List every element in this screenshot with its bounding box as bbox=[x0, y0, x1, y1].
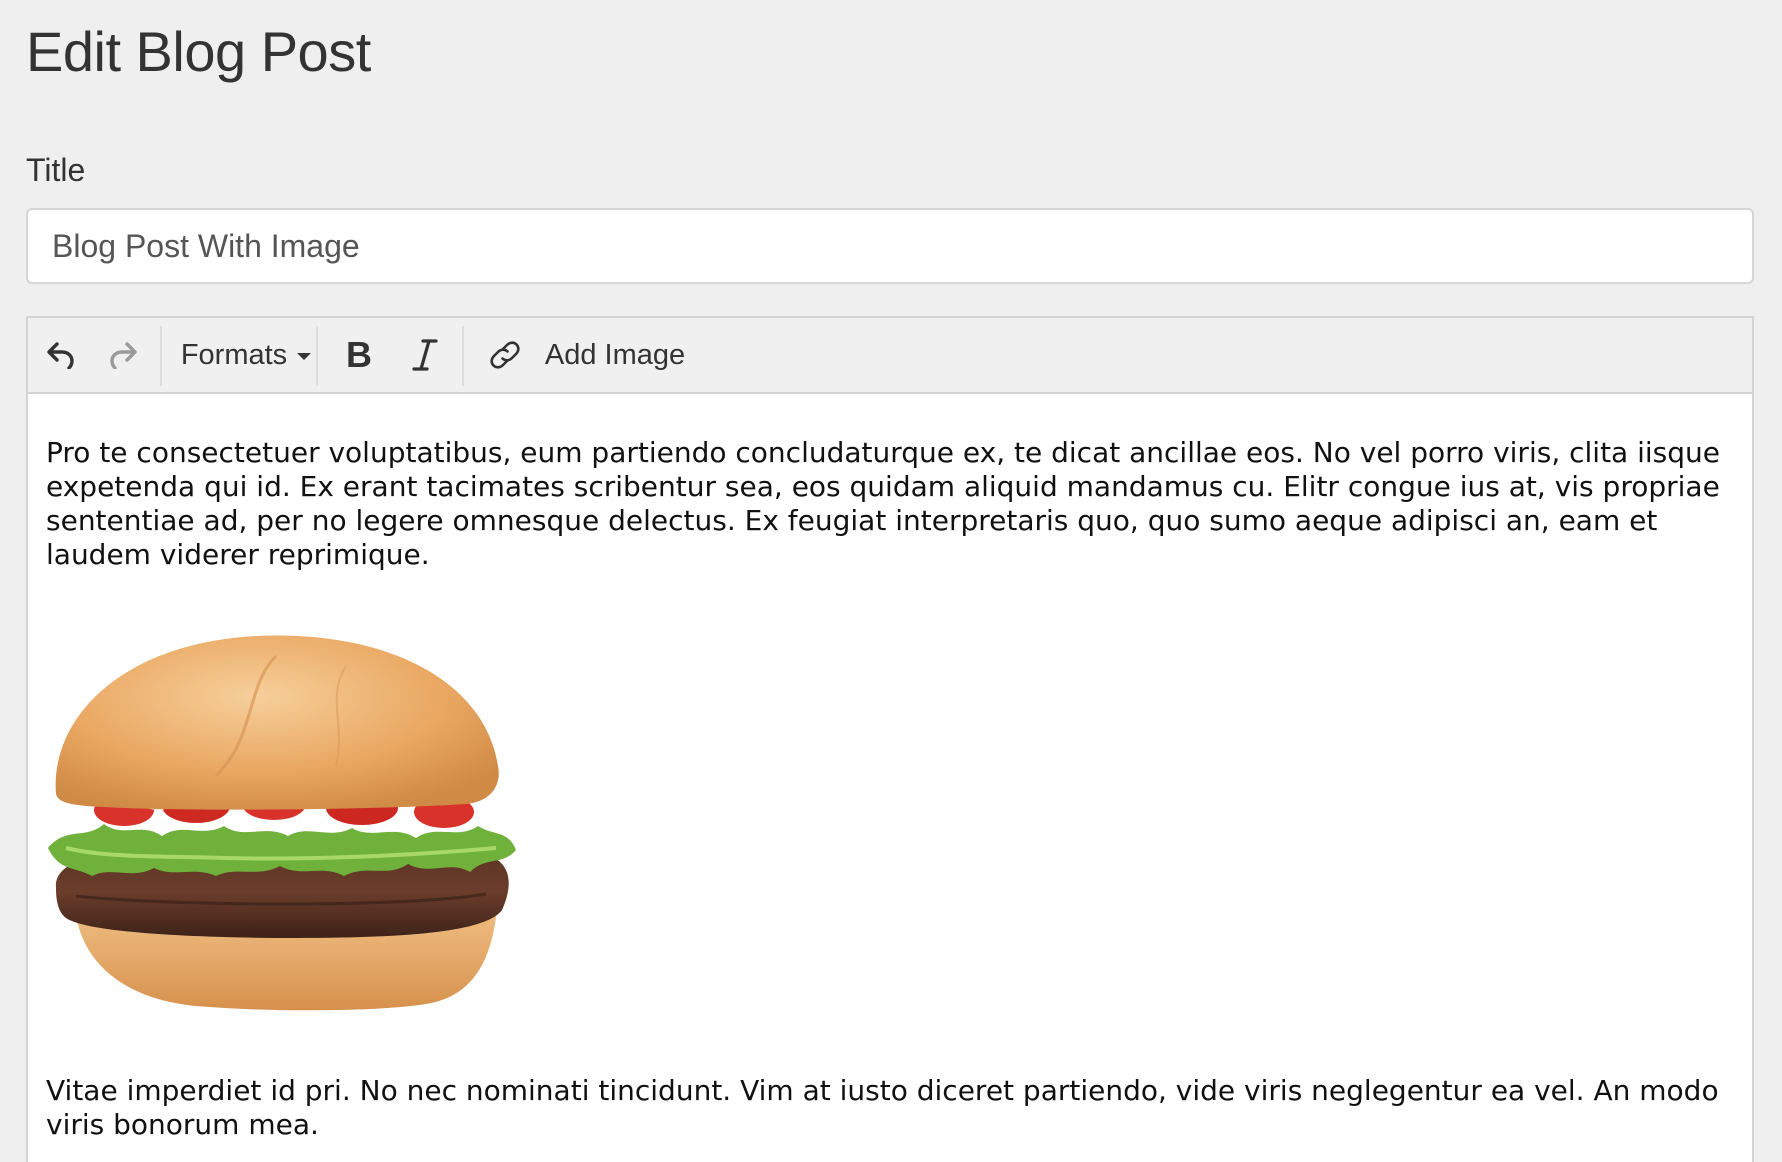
editor-toolbar: Formats B Add Image bbox=[28, 318, 1752, 394]
redo-button[interactable] bbox=[98, 318, 148, 392]
page-title: Edit Blog Post bbox=[26, 20, 371, 83]
bold-button[interactable]: B bbox=[332, 318, 386, 392]
paragraph-2: Vitae imperdiet id pri. No nec nominati … bbox=[46, 1074, 1719, 1141]
link-icon bbox=[488, 338, 522, 372]
toolbar-separator bbox=[160, 326, 162, 386]
italic-button[interactable] bbox=[392, 318, 458, 392]
italic-icon bbox=[412, 338, 438, 372]
formats-label: Formats bbox=[180, 338, 288, 371]
link-button[interactable] bbox=[476, 318, 534, 392]
caret-down-icon bbox=[297, 352, 312, 360]
rich-text-editor: Formats B Add Image Pro te consectetuer … bbox=[26, 316, 1754, 1162]
page: Edit Blog Post Title Blog Post With Imag… bbox=[0, 0, 1782, 1162]
add-image-label: Add Image bbox=[544, 338, 686, 371]
paragraph-1: Pro te consectetuer voluptatibus, eum pa… bbox=[46, 436, 1720, 571]
editor-content-top[interactable]: Pro te consectetuer voluptatibus, eum pa… bbox=[46, 436, 1734, 572]
redo-icon bbox=[108, 341, 138, 369]
toolbar-separator bbox=[462, 326, 464, 386]
title-input[interactable] bbox=[26, 208, 1754, 284]
add-image-button[interactable]: Add Image bbox=[540, 318, 690, 392]
title-label: Title bbox=[26, 152, 86, 188]
bold-icon: B bbox=[346, 334, 372, 375]
hamburger-image bbox=[46, 626, 546, 1016]
formats-dropdown[interactable]: Formats bbox=[178, 318, 314, 392]
toolbar-separator bbox=[316, 326, 318, 386]
undo-icon bbox=[46, 341, 76, 369]
undo-button[interactable] bbox=[36, 318, 86, 392]
